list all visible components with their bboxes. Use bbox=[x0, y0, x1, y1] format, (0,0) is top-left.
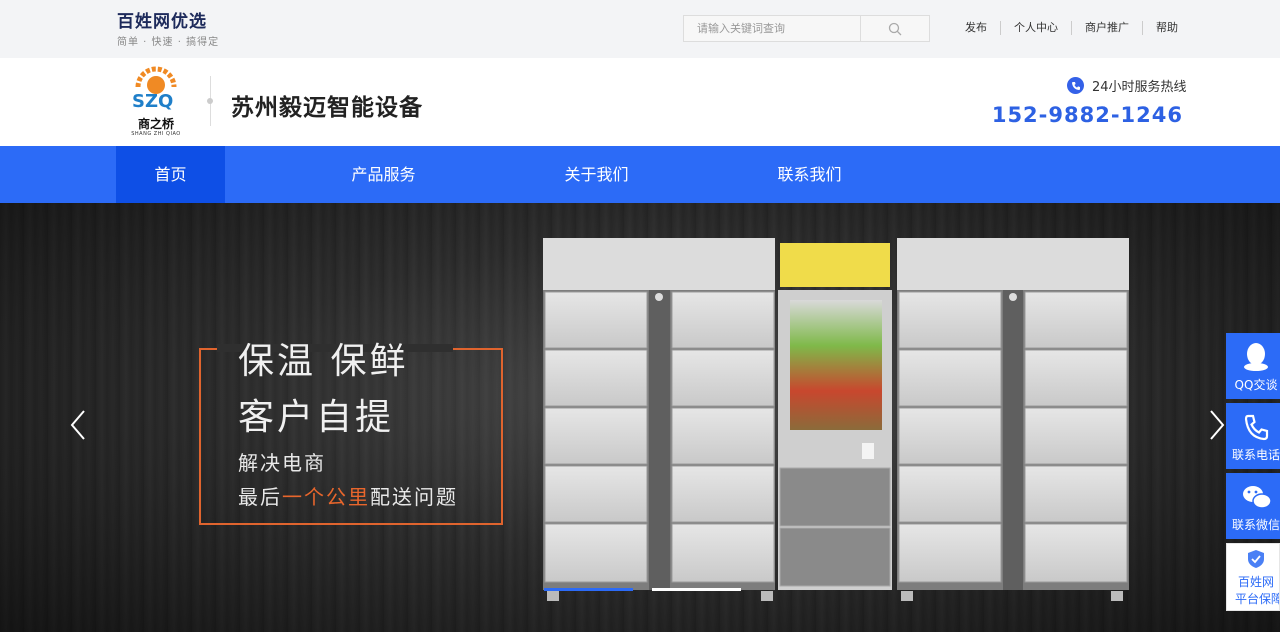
phone-icon bbox=[1067, 77, 1084, 94]
nav-about[interactable]: 关于我们 bbox=[542, 146, 651, 203]
hotline-label: 24小时服务热线 bbox=[1067, 76, 1187, 95]
promo-line-4-highlight: 一个公里 bbox=[282, 485, 370, 509]
search-button[interactable] bbox=[860, 16, 929, 41]
svg-text:SZQ: SZQ bbox=[132, 91, 173, 112]
side-guarantee-label-2: 平台保障 bbox=[1234, 592, 1280, 606]
link-merchant-promo[interactable]: 商户推广 bbox=[1071, 21, 1142, 35]
promo-line-3: 解决电商 bbox=[238, 451, 326, 475]
hero-banner[interactable]: 保温 保鲜 客户自提 解决电商 最后一个公里配送问题 bbox=[0, 203, 1280, 632]
shield-icon bbox=[1248, 550, 1264, 568]
side-qq-button[interactable]: QQ交谈 bbox=[1226, 333, 1280, 399]
chevron-right-icon bbox=[1210, 409, 1225, 440]
banner-dot-2[interactable] bbox=[652, 588, 741, 591]
brand-logo[interactable]: 百姓网优选 简单 · 快速 · 搞得定 bbox=[117, 12, 219, 48]
link-personal-center[interactable]: 个人中心 bbox=[1000, 21, 1071, 35]
brand-name: 百姓网优选 bbox=[117, 12, 207, 32]
header-divider-dot bbox=[207, 98, 213, 104]
banner-pagination bbox=[544, 588, 741, 591]
promo-line-4-post: 配送问题 bbox=[370, 485, 458, 509]
banner-prev-button[interactable] bbox=[53, 402, 103, 447]
search-box bbox=[683, 15, 930, 42]
wechat-icon bbox=[1243, 486, 1272, 509]
top-bar: 百姓网优选 简单 · 快速 · 搞得定 发布 个人中心 商户推广 帮助 bbox=[0, 0, 1280, 58]
phone-icon bbox=[1244, 414, 1269, 441]
logo-text-cn: 商之桥 bbox=[137, 117, 174, 131]
side-wechat-button[interactable]: 联系微信 bbox=[1226, 473, 1280, 539]
promo-line-4: 最后一个公里配送问题 bbox=[238, 481, 458, 510]
top-links: 发布 个人中心 商户推广 帮助 bbox=[952, 21, 1191, 35]
smart-locker-image bbox=[543, 238, 1129, 601]
company-logo[interactable]: SZQ 商之桥 SHANG ZHI QIAO bbox=[128, 65, 184, 137]
link-publish[interactable]: 发布 bbox=[952, 21, 1000, 35]
side-guarantee-button[interactable]: 百姓网 平台保障 bbox=[1226, 543, 1280, 611]
promo-line-4-pre: 最后 bbox=[238, 485, 282, 509]
nav-home[interactable]: 首页 bbox=[116, 146, 225, 203]
link-help[interactable]: 帮助 bbox=[1142, 21, 1191, 35]
banner-dot-1[interactable] bbox=[544, 588, 633, 591]
search-input[interactable] bbox=[684, 16, 860, 41]
side-wechat-label: 联系微信 bbox=[1231, 518, 1280, 532]
hotline-number: 152-9882-1246 bbox=[991, 103, 1183, 127]
hotline-label-text: 24小时服务热线 bbox=[1092, 80, 1187, 95]
main-nav: 首页 产品服务 关于我们 联系我们 bbox=[0, 146, 1280, 203]
promo-line-2: 客户自提 bbox=[238, 397, 395, 438]
side-phone-button[interactable]: 联系电话 bbox=[1226, 403, 1280, 469]
search-icon bbox=[888, 22, 902, 35]
qq-icon bbox=[1244, 343, 1268, 371]
brand-slogan: 简单 · 快速 · 搞得定 bbox=[117, 37, 220, 48]
nav-products[interactable]: 产品服务 bbox=[329, 146, 438, 203]
promo-line-1: 保温 保鲜 bbox=[238, 341, 409, 382]
company-name: 苏州毅迈智能设备 bbox=[231, 95, 423, 121]
chevron-left-icon bbox=[70, 409, 85, 440]
logo-text-en: SHANG ZHI QIAO bbox=[131, 131, 181, 137]
side-phone-label: 联系电话 bbox=[1231, 448, 1280, 462]
side-guarantee-label-1: 百姓网 bbox=[1237, 575, 1274, 589]
logo-emblem-icon: SZQ bbox=[132, 66, 177, 112]
nav-contact[interactable]: 联系我们 bbox=[755, 146, 864, 203]
company-header: SZQ 商之桥 SHANG ZHI QIAO 苏州毅迈智能设备 24小时服务热线… bbox=[0, 58, 1280, 146]
side-qq-label: QQ交谈 bbox=[1234, 378, 1278, 392]
